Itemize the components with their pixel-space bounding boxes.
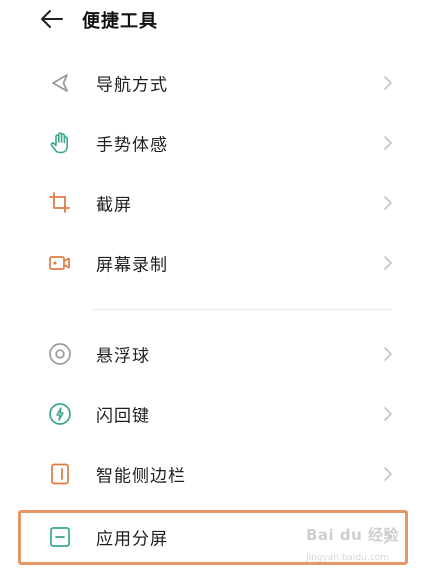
crop-icon <box>49 192 70 213</box>
lightning-circle-icon <box>49 403 71 425</box>
list-item-screen-recording[interactable]: 屏幕录制 <box>0 233 428 293</box>
back-arrow-icon[interactable] <box>40 9 64 29</box>
chevron-right-icon <box>384 467 393 481</box>
chevron-right-icon <box>384 256 393 270</box>
list-item-label: 悬浮球 <box>96 346 150 367</box>
video-camera-icon <box>49 256 70 270</box>
list-item-floating-ball[interactable]: 悬浮球 <box>0 324 428 384</box>
section-divider <box>92 309 392 310</box>
list-item-navigation[interactable]: 导航方式 <box>0 53 428 113</box>
chevron-right-icon <box>384 347 393 361</box>
chevron-right-icon <box>384 196 393 210</box>
list-item-label: 截屏 <box>96 195 132 216</box>
page-title: 便捷工具 <box>82 11 158 32</box>
list-item-screenshot[interactable]: 截屏 <box>0 173 428 233</box>
list-item-label: 智能侧边栏 <box>96 466 186 487</box>
top-bar: 便捷工具 <box>0 0 428 38</box>
list-item-label: 导航方式 <box>96 75 168 96</box>
sidebar-icon <box>51 463 69 485</box>
watermark: Bai du 经验 <box>306 526 400 544</box>
hand-gesture-icon <box>50 132 68 154</box>
navigation-back-triangle-icon <box>52 74 68 92</box>
chevron-right-icon <box>384 136 393 150</box>
list-item-gestures[interactable]: 手势体感 <box>0 113 428 173</box>
chevron-right-icon <box>384 407 393 421</box>
chevron-right-icon <box>384 76 393 90</box>
watermark-url: jingyan.baidu.com <box>306 553 390 563</box>
list-item-smart-sidebar[interactable]: 智能侧边栏 <box>0 444 428 504</box>
list-item-flashback-key[interactable]: 闪回键 <box>0 384 428 444</box>
floating-ball-icon <box>49 343 71 365</box>
list-item-label: 屏幕录制 <box>96 255 168 276</box>
list-item-label: 闪回键 <box>96 406 150 427</box>
list-item-label: 手势体感 <box>96 135 168 156</box>
